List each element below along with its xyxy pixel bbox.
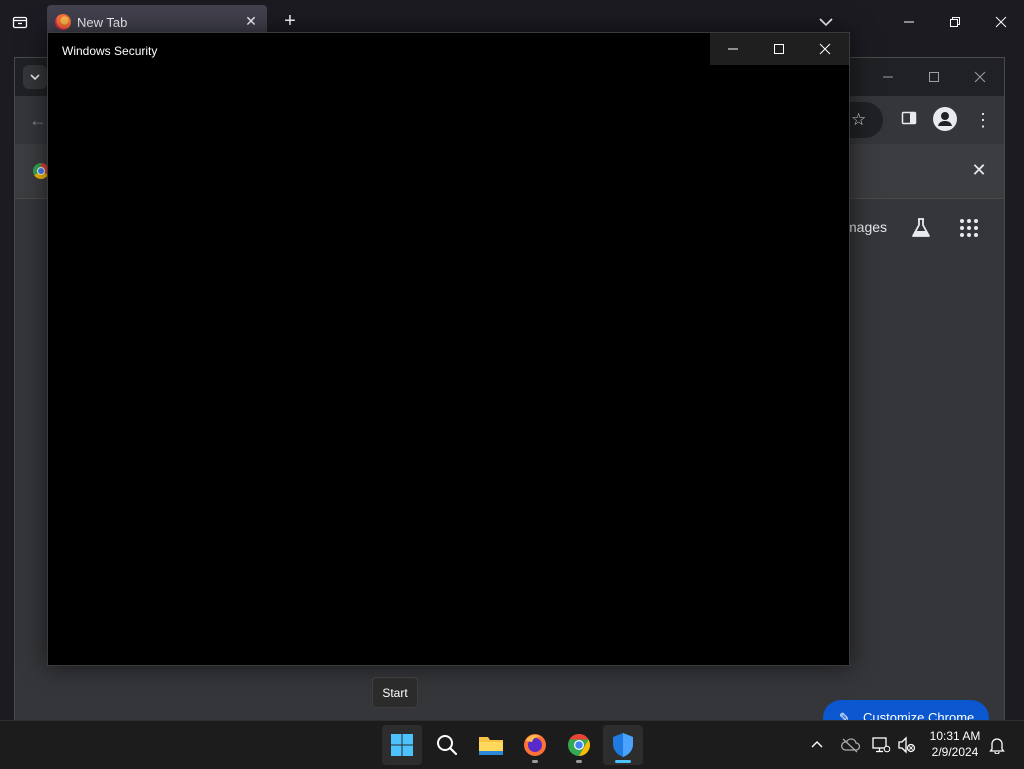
minimize-icon [904,21,914,23]
search-icon [437,735,458,756]
info-bar-close-icon[interactable]: ✕ [969,160,989,180]
bookmark-star-icon[interactable]: ☆ [851,110,871,130]
google-apps-button[interactable] [959,218,979,238]
minimize-icon [883,76,893,78]
firefox-icon [55,14,71,30]
folder-icon [479,737,503,755]
tab-manager-icon [12,16,28,29]
side-panel-icon [901,111,917,125]
close-icon [819,43,831,55]
chrome-icon [568,734,590,756]
maximize-button[interactable] [756,33,802,65]
minimize-icon [728,48,738,50]
start-tooltip: Start [372,677,418,708]
system-clock[interactable]: 10:31 AM 2/9/2024 [924,728,986,760]
firefox-restore-button[interactable] [932,0,978,44]
running-indicator [532,760,538,763]
profile-avatar[interactable] [933,107,957,131]
chrome-maximize-button[interactable] [911,58,957,96]
onedrive-tray-button[interactable] [839,733,861,757]
chevron-up-icon [811,741,823,748]
chrome-minimize-button[interactable] [865,58,911,96]
maximize-icon [774,44,784,54]
notifications-button[interactable] [986,733,1008,757]
taskbar-search-button[interactable] [427,725,467,765]
labs-button[interactable] [910,217,932,239]
clock-date: 2/9/2024 [931,745,979,759]
firefox-icon [524,734,546,756]
shield-icon [613,733,633,757]
windows-security-window: Windows Security [47,32,850,666]
taskbar-chrome[interactable] [559,725,599,765]
bell-icon [989,738,1005,754]
images-link[interactable]: mages [845,219,887,235]
windows-logo-icon [391,734,413,756]
volume-muted-icon [898,736,916,754]
running-indicator [576,760,582,763]
back-arrow-icon[interactable]: ← [29,110,49,130]
volume-tray-button[interactable] [896,733,918,757]
clock-time: 10:31 AM [929,729,981,743]
list-all-tabs-button[interactable] [816,12,836,32]
taskbar: 10:31 AM 2/9/2024 [0,720,1024,769]
firefox-close-button[interactable] [978,0,1024,44]
new-tab-button[interactable]: + [280,11,300,31]
flask-icon [912,218,930,237]
window-title: Windows Security [62,44,158,58]
firefox-tab-list-button[interactable] [8,10,32,34]
chevron-down-icon [30,74,40,81]
apps-grid-icon [960,219,978,237]
tab-title: New Tab [77,15,128,30]
taskbar-firefox[interactable] [515,725,555,765]
close-icon [974,71,986,83]
close-button[interactable] [802,33,848,65]
taskbar-windows-security[interactable] [603,725,643,765]
chrome-menu-button[interactable]: ⋮ [973,109,993,131]
firefox-minimize-button[interactable] [886,0,932,44]
minimize-button[interactable] [710,33,756,65]
chrome-close-button[interactable] [957,58,1003,96]
maximize-icon [929,72,939,82]
close-tab-icon[interactable]: ✕ [243,13,259,29]
restore-icon [950,17,960,27]
active-indicator [615,760,631,763]
side-panel-button[interactable] [901,110,921,130]
show-hidden-icons-button[interactable] [806,733,828,757]
chrome-tab-search-button[interactable] [23,65,47,89]
start-button[interactable] [382,725,422,765]
cloud-offline-icon [841,738,860,753]
person-icon [938,112,952,126]
caption-buttons [710,33,849,65]
chevron-down-icon [819,18,833,27]
network-tray-button[interactable] [870,733,892,757]
network-icon [872,737,891,753]
taskbar-file-explorer[interactable] [471,725,511,765]
close-icon [995,16,1007,28]
